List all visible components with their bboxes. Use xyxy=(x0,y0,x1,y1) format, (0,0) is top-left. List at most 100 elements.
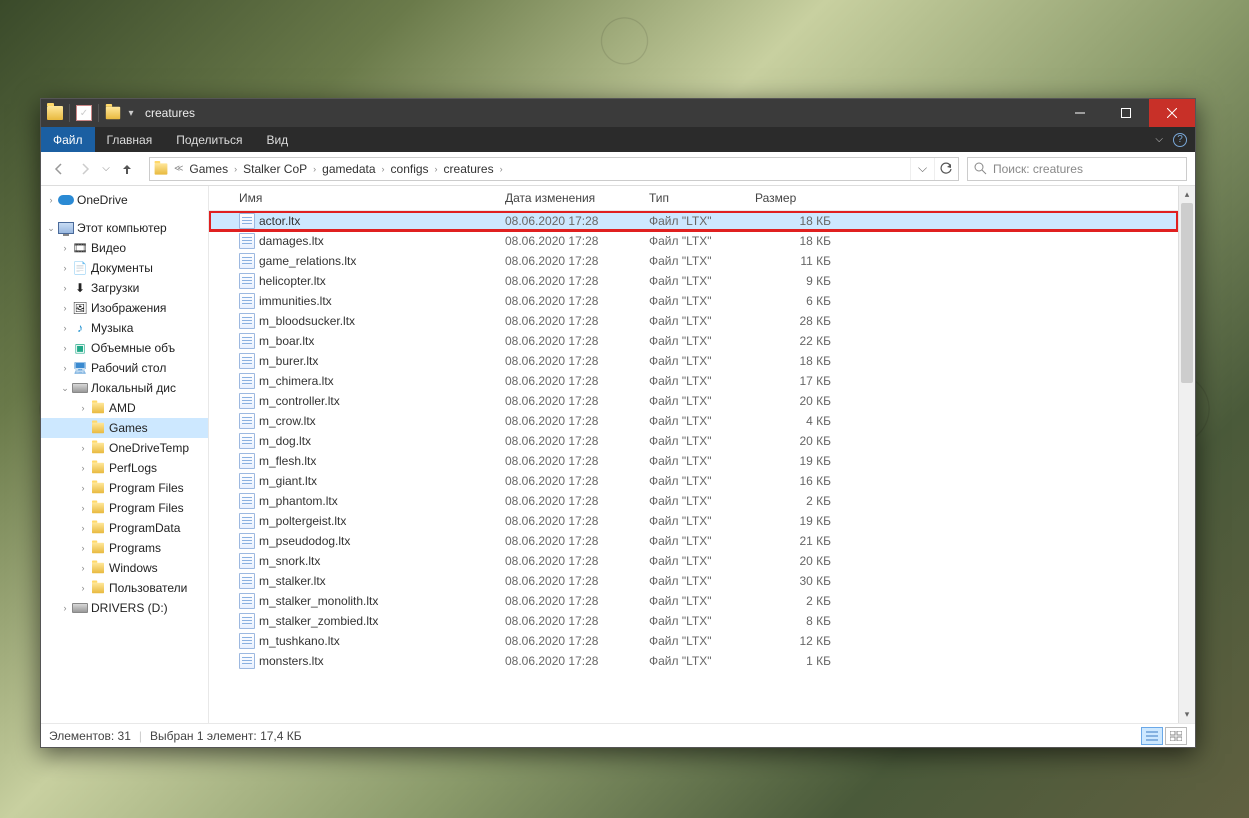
nav-desktop[interactable]: ›🖥Рабочий стол xyxy=(41,358,208,378)
table-row[interactable]: m_stalker_zombied.ltx08.06.2020 17:28Фай… xyxy=(209,611,1178,631)
table-row[interactable]: m_snork.ltx08.06.2020 17:28Файл "LTX"20 … xyxy=(209,551,1178,571)
nav-folder[interactable]: Games xyxy=(41,418,208,438)
table-row[interactable]: m_tushkano.ltx08.06.2020 17:28Файл "LTX"… xyxy=(209,631,1178,651)
file-icon xyxy=(239,613,255,629)
tab-view[interactable]: Вид xyxy=(254,127,300,152)
titlebar[interactable]: ✓ ▾ creatures xyxy=(41,99,1195,127)
table-row[interactable]: m_bloodsucker.ltx08.06.2020 17:28Файл "L… xyxy=(209,311,1178,331)
folder-icon xyxy=(92,423,104,434)
nav-folder[interactable]: ›OneDriveTemp xyxy=(41,438,208,458)
nav-folder[interactable]: ›ProgramData xyxy=(41,518,208,538)
table-row[interactable]: immunities.ltx08.06.2020 17:28Файл "LTX"… xyxy=(209,291,1178,311)
address-dropdown-icon[interactable]: ⌵ xyxy=(910,158,934,180)
col-date[interactable]: Дата изменения xyxy=(499,191,643,205)
nav-local-disk[interactable]: ⌄Локальный дис xyxy=(41,378,208,398)
forward-button[interactable] xyxy=(73,157,97,181)
scroll-up-icon[interactable]: ▴ xyxy=(1179,186,1195,203)
breadcrumb-item[interactable]: gamedata xyxy=(318,162,379,176)
chevron-right-icon[interactable]: › xyxy=(311,164,318,174)
file-type: Файл "LTX" xyxy=(643,314,749,328)
table-row[interactable]: m_chimera.ltx08.06.2020 17:28Файл "LTX"1… xyxy=(209,371,1178,391)
table-row[interactable]: m_dog.ltx08.06.2020 17:28Файл "LTX"20 КБ xyxy=(209,431,1178,451)
table-row[interactable]: helicopter.ltx08.06.2020 17:28Файл "LTX"… xyxy=(209,271,1178,291)
back-button[interactable] xyxy=(47,157,71,181)
file-icon xyxy=(239,513,255,529)
qat-properties-icon[interactable]: ✓ xyxy=(76,105,92,121)
details-view-button[interactable] xyxy=(1141,727,1163,745)
table-row[interactable]: m_boar.ltx08.06.2020 17:28Файл "LTX"22 К… xyxy=(209,331,1178,351)
table-row[interactable]: m_crow.ltx08.06.2020 17:28Файл "LTX"4 КБ xyxy=(209,411,1178,431)
chevron-right-icon[interactable]: › xyxy=(433,164,440,174)
file-type: Файл "LTX" xyxy=(643,654,749,668)
chevron-right-icon[interactable]: › xyxy=(498,164,505,174)
table-row[interactable]: actor.ltx08.06.2020 17:28Файл "LTX"18 КБ xyxy=(209,211,1178,231)
tab-share[interactable]: Поделиться xyxy=(164,127,254,152)
table-row[interactable]: game_relations.ltx08.06.2020 17:28Файл "… xyxy=(209,251,1178,271)
breadcrumb-item[interactable]: configs xyxy=(387,162,433,176)
table-row[interactable]: m_giant.ltx08.06.2020 17:28Файл "LTX"16 … xyxy=(209,471,1178,491)
nav-folder[interactable]: ›Program Files xyxy=(41,478,208,498)
refresh-button[interactable] xyxy=(934,158,958,180)
table-row[interactable]: m_poltergeist.ltx08.06.2020 17:28Файл "L… xyxy=(209,511,1178,531)
breadcrumb-item[interactable]: Games xyxy=(185,162,232,176)
vertical-scrollbar[interactable]: ▴ ▾ xyxy=(1178,186,1195,723)
file-name: actor.ltx xyxy=(259,214,300,228)
table-row[interactable]: m_phantom.ltx08.06.2020 17:28Файл "LTX"2… xyxy=(209,491,1178,511)
col-type[interactable]: Тип xyxy=(643,191,749,205)
chevron-right-icon[interactable]: › xyxy=(380,164,387,174)
col-size[interactable]: Размер xyxy=(749,191,837,205)
file-rows[interactable]: actor.ltx08.06.2020 17:28Файл "LTX"18 КБ… xyxy=(209,211,1178,723)
table-row[interactable]: m_stalker_monolith.ltx08.06.2020 17:28Фа… xyxy=(209,591,1178,611)
address-bar[interactable]: ≪ Games›Stalker CoP›gamedata›configs›cre… xyxy=(149,157,959,181)
folder-icon xyxy=(92,503,104,514)
file-name: game_relations.ltx xyxy=(259,254,356,268)
chevron-left-icon[interactable]: ≪ xyxy=(172,163,185,174)
scroll-thumb[interactable] xyxy=(1181,203,1193,383)
folder-icon[interactable] xyxy=(106,107,120,120)
nav-this-pc[interactable]: ⌄Этот компьютер xyxy=(41,218,208,238)
nav-folder[interactable]: ›PerfLogs xyxy=(41,458,208,478)
nav-folder[interactable]: ›AMD xyxy=(41,398,208,418)
table-row[interactable]: monsters.ltx08.06.2020 17:28Файл "LTX"1 … xyxy=(209,651,1178,671)
table-row[interactable]: m_pseudodog.ltx08.06.2020 17:28Файл "LTX… xyxy=(209,531,1178,551)
nav-pictures[interactable]: ›🖼Изображения xyxy=(41,298,208,318)
nav-folder[interactable]: ›Пользователи xyxy=(41,578,208,598)
thumbnails-view-button[interactable] xyxy=(1165,727,1187,745)
folder-icon xyxy=(92,403,104,414)
nav-folder[interactable]: ›Programs xyxy=(41,538,208,558)
nav-music[interactable]: ›♪Музыка xyxy=(41,318,208,338)
table-row[interactable]: m_burer.ltx08.06.2020 17:28Файл "LTX"18 … xyxy=(209,351,1178,371)
breadcrumb-item[interactable]: creatures xyxy=(440,162,498,176)
help-icon[interactable]: ? xyxy=(1173,133,1187,147)
tab-file[interactable]: Файл xyxy=(41,127,95,152)
close-button[interactable] xyxy=(1149,99,1195,127)
file-date: 08.06.2020 17:28 xyxy=(499,554,643,568)
table-row[interactable]: m_stalker.ltx08.06.2020 17:28Файл "LTX"3… xyxy=(209,571,1178,591)
file-size: 18 КБ xyxy=(749,234,837,248)
scroll-down-icon[interactable]: ▾ xyxy=(1179,706,1195,723)
qat-dropdown-icon[interactable]: ▾ xyxy=(123,105,139,121)
nav-folder[interactable]: ›Windows xyxy=(41,558,208,578)
breadcrumb-item[interactable]: Stalker CoP xyxy=(239,162,311,176)
table-row[interactable]: m_controller.ltx08.06.2020 17:28Файл "LT… xyxy=(209,391,1178,411)
nav-downloads[interactable]: ›⬇Загрузки xyxy=(41,278,208,298)
file-type: Файл "LTX" xyxy=(643,514,749,528)
navigation-pane[interactable]: ›OneDrive ⌄Этот компьютер ›🎞Видео ›📄Доку… xyxy=(41,186,209,723)
maximize-button[interactable] xyxy=(1103,99,1149,127)
nav-videos[interactable]: ›🎞Видео xyxy=(41,238,208,258)
nav-onedrive[interactable]: ›OneDrive xyxy=(41,190,208,210)
col-name[interactable]: Имя xyxy=(233,191,499,205)
nav-documents[interactable]: ›📄Документы xyxy=(41,258,208,278)
search-input[interactable]: Поиск: creatures xyxy=(967,157,1187,181)
tab-home[interactable]: Главная xyxy=(95,127,165,152)
up-button[interactable] xyxy=(115,157,139,181)
table-row[interactable]: m_flesh.ltx08.06.2020 17:28Файл "LTX"19 … xyxy=(209,451,1178,471)
minimize-button[interactable] xyxy=(1057,99,1103,127)
ribbon-expand-icon[interactable]: ⌵ xyxy=(1155,134,1163,145)
recent-dropdown-icon[interactable]: ⌵ xyxy=(99,157,113,181)
table-row[interactable]: damages.ltx08.06.2020 17:28Файл "LTX"18 … xyxy=(209,231,1178,251)
nav-drivers-d[interactable]: ›DRIVERS (D:) xyxy=(41,598,208,618)
nav-3d-objects[interactable]: ›▣Объемные объ xyxy=(41,338,208,358)
chevron-right-icon[interactable]: › xyxy=(232,164,239,174)
nav-folder[interactable]: ›Program Files xyxy=(41,498,208,518)
